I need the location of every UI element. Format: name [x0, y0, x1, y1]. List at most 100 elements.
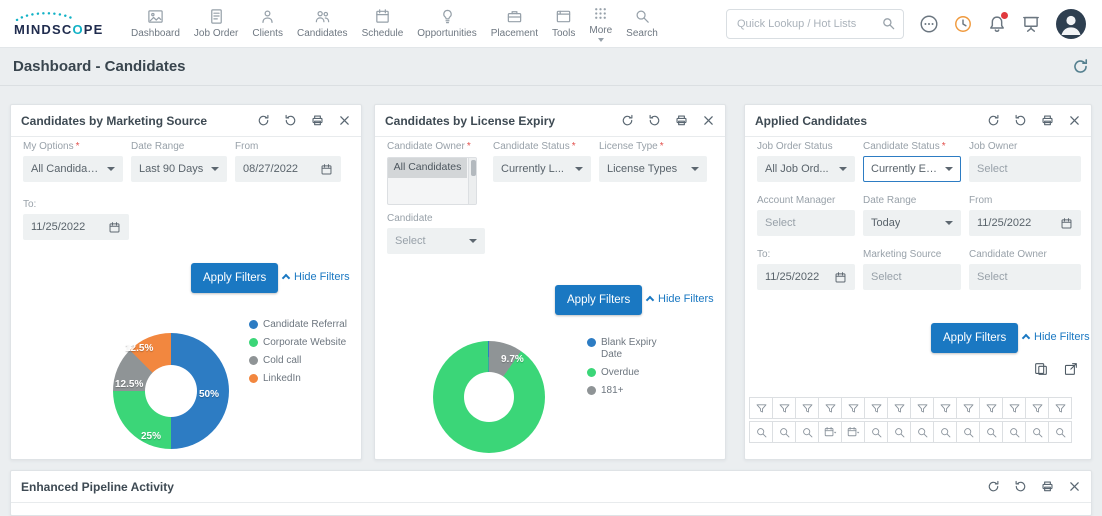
history-icon[interactable]: [953, 14, 973, 34]
column-search-icon[interactable]: [933, 421, 957, 443]
close-icon[interactable]: [702, 114, 715, 127]
column-funnel-icon[interactable]: [933, 397, 957, 419]
calendar-icon[interactable]: [320, 163, 333, 176]
presentation-icon[interactable]: [1021, 14, 1041, 34]
candidate-status-select[interactable]: Currently L...: [493, 156, 591, 182]
column-search-icon[interactable]: [795, 421, 819, 443]
candidate-select[interactable]: Select: [387, 228, 485, 254]
column-funnel-icon[interactable]: [864, 397, 888, 419]
column-calendar-icon[interactable]: [841, 421, 865, 443]
refresh-icon[interactable]: [621, 114, 634, 127]
column-search-icon[interactable]: [772, 421, 796, 443]
marketing-source-input[interactable]: Select: [863, 264, 961, 290]
export-excel-icon[interactable]: [1063, 361, 1079, 377]
nav-job-order[interactable]: Job Order: [187, 0, 245, 47]
job-order-status-select[interactable]: All Job Ord...: [757, 156, 855, 182]
legend-item[interactable]: 181+: [587, 385, 691, 397]
copy-grid-icon[interactable]: [1033, 361, 1049, 377]
quick-lookup-input[interactable]: [726, 8, 904, 39]
column-search-icon[interactable]: [979, 421, 1003, 443]
column-search-icon[interactable]: [864, 421, 888, 443]
column-funnel-icon[interactable]: [1048, 397, 1072, 419]
legend-item[interactable]: Cold call: [249, 355, 353, 367]
to-date-input[interactable]: 11/25/2022: [757, 264, 855, 290]
nav-placement[interactable]: Placement: [484, 0, 545, 47]
nav-candidates[interactable]: Candidates: [290, 0, 355, 47]
search-icon[interactable]: [881, 16, 896, 31]
calendar-icon[interactable]: [834, 271, 847, 284]
scrollbar-thumb[interactable]: [470, 160, 476, 176]
date-range-select[interactable]: Today: [863, 210, 961, 236]
from-date-input[interactable]: 11/25/2022: [969, 210, 1081, 236]
print-icon[interactable]: [1041, 480, 1054, 493]
my-options-select[interactable]: All Candidates: [23, 156, 123, 182]
from-date-input[interactable]: 08/27/2022: [235, 156, 341, 182]
print-icon[interactable]: [1041, 114, 1054, 127]
close-icon[interactable]: [338, 114, 351, 127]
print-icon[interactable]: [311, 114, 324, 127]
reset-icon[interactable]: [648, 114, 661, 127]
column-funnel-icon[interactable]: [910, 397, 934, 419]
column-search-icon[interactable]: [910, 421, 934, 443]
to-date-input[interactable]: 11/25/2022: [23, 214, 129, 240]
legend-item[interactable]: Blank Expiry Date: [587, 337, 691, 361]
column-search-icon[interactable]: [1002, 421, 1026, 443]
print-icon[interactable]: [675, 114, 688, 127]
column-funnel-icon[interactable]: [818, 397, 842, 419]
hide-filters-link[interactable]: Hide Filters: [645, 293, 714, 305]
calendar-icon[interactable]: [108, 221, 121, 234]
license-type-select[interactable]: License Types: [599, 156, 707, 182]
apply-filters-button[interactable]: Apply Filters: [931, 323, 1019, 353]
hide-filters-link[interactable]: Hide Filters: [1021, 331, 1090, 343]
column-funnel-icon[interactable]: [841, 397, 865, 419]
calendar-icon[interactable]: [1060, 217, 1073, 230]
apply-filters-button[interactable]: Apply Filters: [555, 285, 643, 315]
hide-filters-link[interactable]: Hide Filters: [281, 271, 350, 283]
column-search-icon[interactable]: [956, 421, 980, 443]
listbox-scrollbar[interactable]: [468, 158, 476, 204]
refresh-icon[interactable]: [987, 480, 1000, 493]
column-search-icon[interactable]: [749, 421, 773, 443]
reset-icon[interactable]: [1014, 480, 1027, 493]
candidate-status-select[interactable]: Currently Emp: [863, 156, 961, 182]
reset-icon[interactable]: [284, 114, 297, 127]
nav-tools[interactable]: Tools: [545, 0, 582, 47]
apply-filters-button[interactable]: Apply Filters: [191, 263, 279, 293]
nav-opportunities[interactable]: Opportunities: [410, 0, 483, 47]
column-funnel-icon[interactable]: [887, 397, 911, 419]
column-search-icon[interactable]: [1048, 421, 1072, 443]
close-icon[interactable]: [1068, 114, 1081, 127]
nav-search[interactable]: Search: [619, 0, 665, 47]
legend-item[interactable]: Overdue: [587, 367, 691, 379]
column-funnel-icon[interactable]: [979, 397, 1003, 419]
column-funnel-icon[interactable]: [1002, 397, 1026, 419]
close-icon[interactable]: [1068, 480, 1081, 493]
refresh-icon[interactable]: [987, 114, 1000, 127]
nav-dashboard[interactable]: Dashboard: [124, 0, 187, 47]
mindscope-logo[interactable]: MINDSCOPE: [14, 10, 120, 37]
column-funnel-icon[interactable]: [772, 397, 796, 419]
more-options-icon[interactable]: [919, 14, 939, 34]
list-item-selected[interactable]: All Candidates: [388, 158, 467, 178]
job-owner-input[interactable]: Select: [969, 156, 1081, 182]
account-manager-input[interactable]: Select: [757, 210, 855, 236]
page-refresh-icon[interactable]: [1072, 58, 1089, 75]
nav-clients[interactable]: Clients: [245, 0, 290, 47]
legend-item[interactable]: LinkedIn: [249, 373, 353, 385]
legend-item[interactable]: Candidate Referral: [249, 319, 353, 331]
column-funnel-icon[interactable]: [749, 397, 773, 419]
nav-schedule[interactable]: Schedule: [355, 0, 411, 47]
user-avatar[interactable]: [1056, 8, 1086, 39]
column-calendar-icon[interactable]: [818, 421, 842, 443]
column-funnel-icon[interactable]: [956, 397, 980, 419]
column-search-icon[interactable]: [887, 421, 911, 443]
notifications-bell-icon[interactable]: [987, 10, 1009, 34]
column-search-icon[interactable]: [1025, 421, 1049, 443]
date-range-select[interactable]: Last 90 Days: [131, 156, 227, 182]
column-funnel-icon[interactable]: [1025, 397, 1049, 419]
reset-icon[interactable]: [1014, 114, 1027, 127]
candidate-owner-input[interactable]: Select: [969, 264, 1081, 290]
column-funnel-icon[interactable]: [795, 397, 819, 419]
nav-more[interactable]: More: [582, 0, 619, 47]
legend-item[interactable]: Corporate Website: [249, 337, 353, 349]
